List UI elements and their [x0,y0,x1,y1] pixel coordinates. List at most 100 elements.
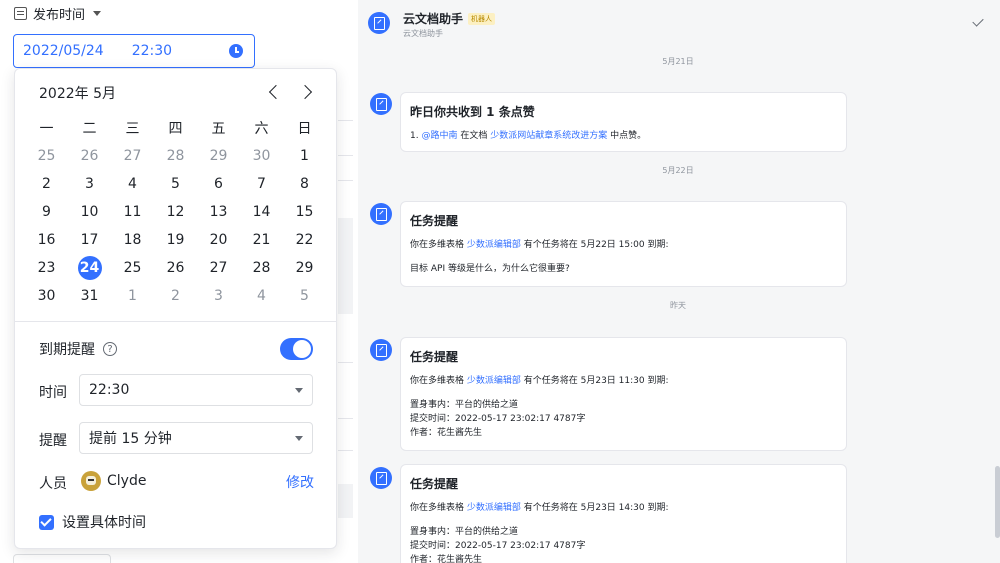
avatar [81,471,101,491]
doc-assistant-avatar-icon[interactable] [370,467,392,489]
calendar-day-number: 2 [171,288,180,304]
doc-assistant-avatar-icon[interactable] [370,339,392,361]
task-article-title: 置身事内：平台的供给之道 [410,400,519,410]
calendar-day[interactable]: 29 [197,142,240,170]
weekday-header: 六 [254,121,269,137]
calendar-day[interactable]: 3 [197,282,240,310]
calendar-day[interactable]: 5 [154,170,197,198]
calendar-day[interactable]: 25 [111,254,154,282]
line-prefix: 你在多维表格 [410,376,467,386]
calendar-day[interactable]: 23 [25,254,68,282]
calendar-day-selected[interactable]: 24 [68,254,111,282]
calendar-day[interactable]: 21 [240,226,283,254]
calendar-day[interactable]: 4 [111,170,154,198]
date-separator: 5月21日 [662,57,694,66]
check-icon[interactable] [972,15,984,27]
message-title: 任务提醒 [410,477,459,491]
calendar-day[interactable]: 10 [68,198,111,226]
calendar-day-number: 3 [85,176,94,192]
calendar-day[interactable]: 13 [197,198,240,226]
calendar-day[interactable]: 6 [197,170,240,198]
caret-down-icon [295,388,303,393]
calendar-day[interactable]: 2 [25,170,68,198]
row-divider [338,450,353,451]
calendar-day[interactable]: 7 [240,170,283,198]
calendar-day[interactable]: 1 [111,282,154,310]
time-select[interactable]: 22:30 [79,374,313,406]
calendar-day[interactable]: 16 [25,226,68,254]
calendar-day-number: 5 [300,288,309,304]
calendar-day[interactable]: 9 [25,198,68,226]
calendar-day[interactable]: 15 [283,198,326,226]
calendar-day[interactable]: 2 [154,282,197,310]
calendar-day[interactable]: 28 [154,142,197,170]
calendar-day[interactable]: 29 [283,254,326,282]
calendar-day-number: 24 [77,256,102,280]
publish-time-field-header[interactable]: 发布时间 [14,4,102,23]
specific-time-checkbox[interactable] [39,514,54,530]
edit-person-link[interactable]: 修改 [286,472,314,492]
doc-assistant-avatar-icon[interactable] [368,12,390,34]
due-reminder-toggle[interactable] [280,338,313,360]
remind-select[interactable]: 提前 15 分钟 [79,422,313,454]
calendar-day[interactable]: 28 [240,254,283,282]
chat-scrollbar[interactable] [995,466,1000,538]
message-card-task-1[interactable]: 任务提醒 你在多维表格 少数派编辑部 有个任务将在 5月22日 15:00 到期… [400,201,847,287]
calendar-day[interactable]: 22 [283,226,326,254]
person-name: Clyde [107,473,147,489]
calendar-day[interactable]: 30 [240,142,283,170]
calendar-day[interactable]: 17 [68,226,111,254]
user-mention-link[interactable]: @路中南 [421,131,457,141]
chevron-left-icon[interactable] [268,84,284,100]
calendar-day[interactable]: 30 [25,282,68,310]
message-card-task-3[interactable]: 任务提醒 你在多维表格 少数派编辑部 有个任务将在 5月23日 14:30 到期… [400,464,847,563]
calendar-day[interactable]: 12 [154,198,197,226]
calendar-day[interactable]: 26 [154,254,197,282]
calendar-day-number: 2 [42,176,51,192]
person-chip: Clyde [81,471,146,491]
divider [15,321,336,322]
specific-time-row[interactable]: 设置具体时间 [39,512,146,532]
calendar-day[interactable]: 11 [111,198,154,226]
doc-link[interactable]: 少数派网站献章系统改进方案 [490,131,607,141]
calendar-day[interactable]: 26 [68,142,111,170]
calendar-day[interactable]: 1 [283,142,326,170]
calendar-day-number: 19 [166,232,185,248]
chevron-down-icon[interactable] [93,10,102,16]
calendar-day[interactable]: 8 [283,170,326,198]
calendar-day-number: 3 [214,288,223,304]
alarm-clock-icon[interactable] [229,44,243,58]
calendar-day[interactable]: 5 [283,282,326,310]
calendar-day[interactable]: 27 [111,142,154,170]
table-link[interactable]: 少数派编辑部 [467,376,521,386]
message-card-likes[interactable]: 昨日你共收到 1 条点赞 1. @路中南 在文档 少数派网站献章系统改进方案 中… [400,92,847,152]
table-link[interactable]: 少数派编辑部 [467,503,521,513]
calendar-day[interactable]: 31 [68,282,111,310]
calendar-day[interactable]: 19 [154,226,197,254]
calendar-day[interactable]: 27 [197,254,240,282]
chevron-right-icon[interactable] [297,84,313,100]
doc-assistant-avatar-icon[interactable] [370,203,392,225]
table-link[interactable]: 少数派编辑部 [467,240,521,250]
row-divider [338,180,353,181]
calendar-day[interactable]: 25 [25,142,68,170]
time-label: 时间 [39,385,67,401]
calendar-day[interactable]: 20 [197,226,240,254]
message-card-task-2[interactable]: 任务提醒 你在多维表格 少数派编辑部 有个任务将在 5月23日 11:30 到期… [400,337,847,451]
calendar-day[interactable]: 4 [240,282,283,310]
doc-assistant-avatar-icon[interactable] [370,93,392,115]
calendar-day-number: 25 [123,260,142,276]
calendar-day-number: 7 [257,176,266,192]
calendar-day[interactable]: 14 [240,198,283,226]
help-icon[interactable]: ? [103,342,117,356]
remind-label: 提醒 [39,433,67,449]
calendar-day[interactable]: 18 [111,226,154,254]
calendar-day-number: 5 [171,176,180,192]
task-body: 目标 API 等级是什么，为什么它很重要? [410,264,570,274]
datetime-input[interactable]: 2022/05/24 22:30 [13,34,255,68]
calendar-day[interactable]: 3 [68,170,111,198]
line-prefix: 你在多维表格 [410,503,467,513]
specific-time-label: 设置具体时间 [62,515,146,531]
message-title: 任务提醒 [410,350,459,364]
calendar-day-number: 10 [80,204,99,220]
